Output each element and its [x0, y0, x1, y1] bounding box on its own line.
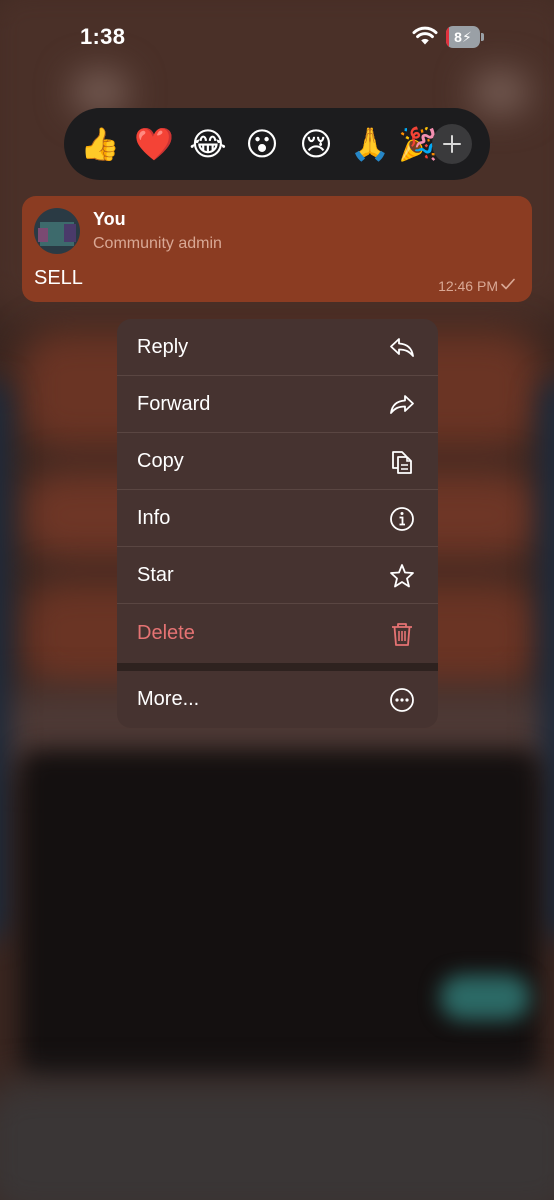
menu-item-forward[interactable]: Forward: [117, 376, 438, 433]
reaction-heart[interactable]: ❤️: [130, 108, 178, 180]
reaction-praying-hands[interactable]: 🙏: [346, 108, 394, 180]
battery-percentage: 8⚡: [454, 29, 472, 45]
message-context-menu: Reply Forward Copy Info Star Delete More…: [117, 319, 438, 728]
trash-icon: [392, 623, 412, 646]
menu-item-delete[interactable]: Delete: [117, 605, 438, 662]
menu-item-label: Copy: [137, 450, 184, 472]
menu-item-star[interactable]: Star: [117, 547, 438, 604]
menu-item-label: More...: [137, 688, 200, 710]
reaction-bar: 👍 ❤️ 😂 😮 😢 🙏 🎉: [64, 108, 490, 180]
menu-item-info[interactable]: Info: [117, 490, 438, 547]
message-time: 12:46 PM: [438, 278, 498, 294]
menu-item-label: Delete: [137, 622, 195, 644]
add-reaction-button[interactable]: [432, 124, 472, 164]
star-icon: [390, 564, 414, 588]
reaction-thumbs-up[interactable]: 👍: [76, 108, 124, 180]
info-icon: [390, 507, 414, 531]
menu-separator: [117, 663, 438, 671]
battery-icon: 8⚡: [446, 26, 484, 48]
sender-role: Community admin: [93, 235, 222, 252]
avatar: [34, 208, 80, 254]
checkmark-icon: [501, 278, 515, 290]
menu-item-more[interactable]: More...: [117, 671, 438, 728]
menu-item-copy[interactable]: Copy: [117, 433, 438, 490]
copy-icon: [392, 451, 412, 474]
more-icon: [390, 688, 414, 712]
sender-name: You: [93, 209, 126, 229]
reply-icon: [390, 338, 414, 357]
message-bubble[interactable]: You Community admin SELL 12:46 PM: [22, 196, 532, 302]
message-text: SELL: [34, 267, 83, 289]
reaction-laughing[interactable]: 😂: [184, 108, 232, 180]
menu-item-label: Reply: [137, 336, 189, 358]
wifi-icon: [412, 26, 438, 45]
reaction-surprised[interactable]: 😮: [238, 108, 286, 180]
menu-item-label: Star: [137, 564, 174, 586]
menu-item-label: Info: [137, 507, 171, 529]
menu-item-label: Forward: [137, 393, 211, 415]
forward-icon: [390, 395, 414, 414]
status-time: 1:38: [80, 24, 126, 49]
reaction-crying[interactable]: 😢: [292, 108, 340, 180]
menu-item-reply[interactable]: Reply: [117, 319, 438, 376]
